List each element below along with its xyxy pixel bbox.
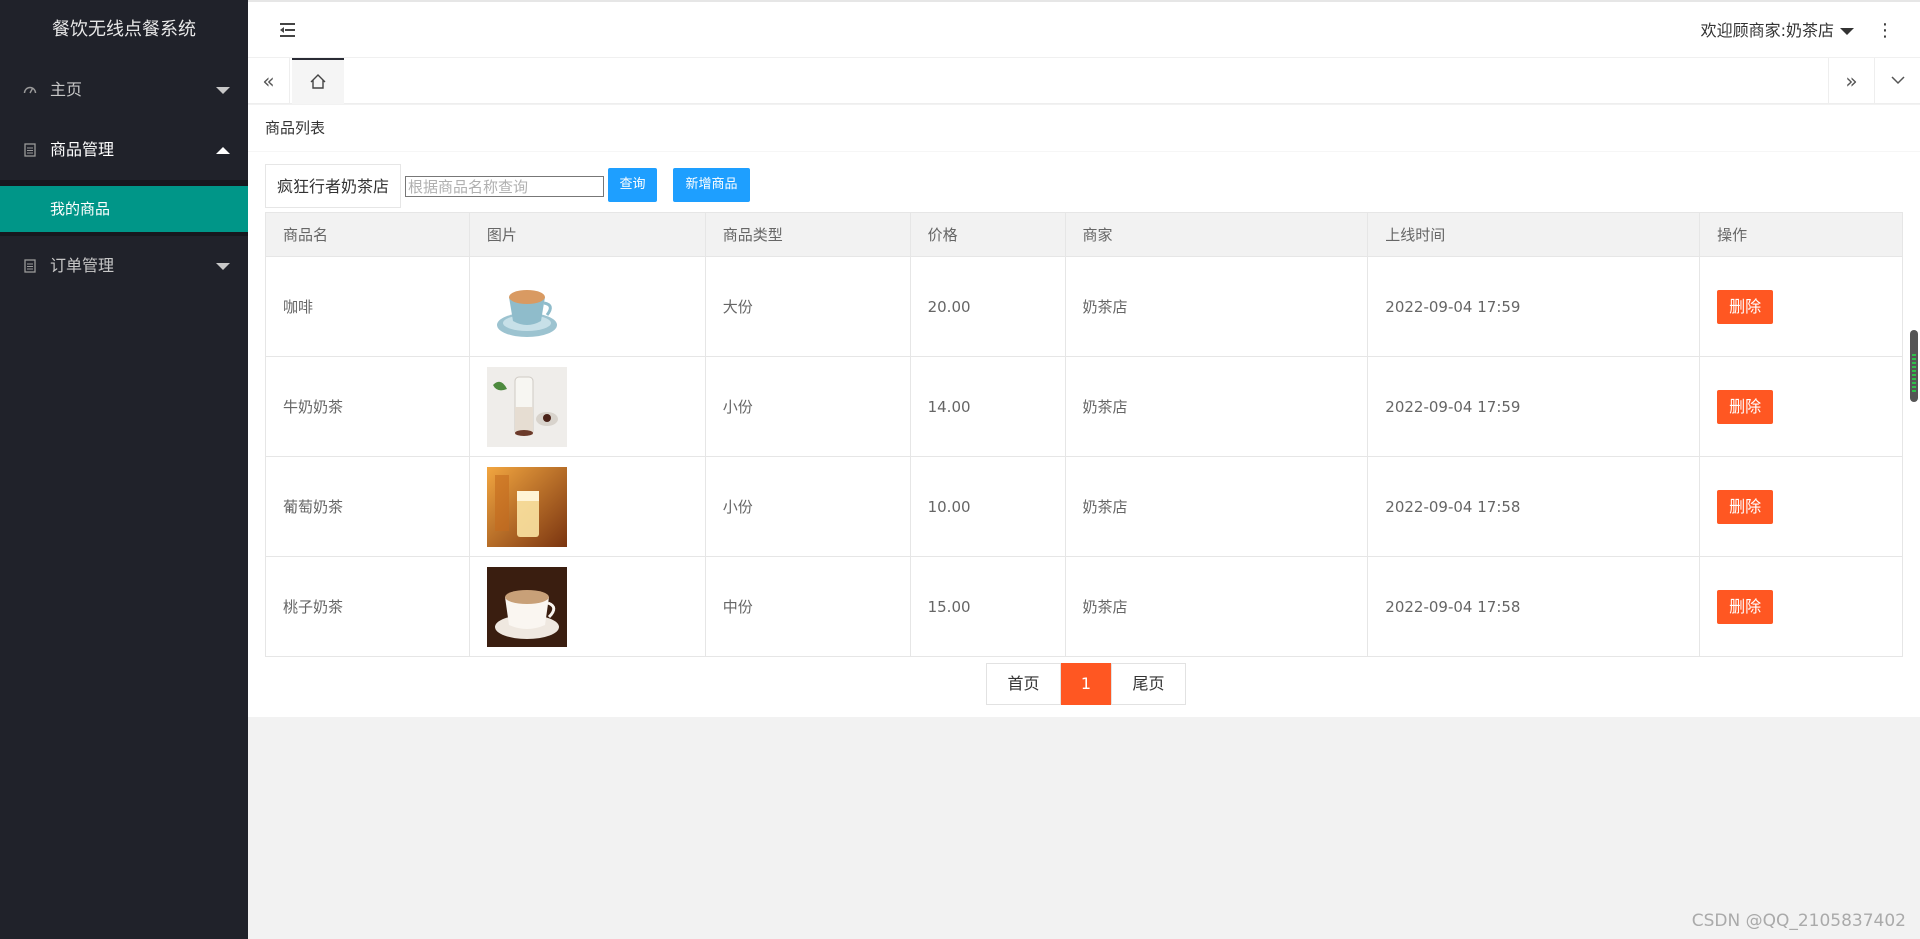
- top-header: 欢迎顾商家:奶茶店 ⋮: [248, 0, 1920, 58]
- goods-name: 牛奶奶茶: [265, 356, 470, 457]
- table-row: 葡萄奶茶 小份 10.00 奶茶店 2022-09-04 17:58 删除: [265, 456, 1903, 557]
- action-cell: 删除: [1699, 456, 1903, 557]
- goods-price: 14.00: [909, 356, 1066, 457]
- goods-name: 咖啡: [265, 256, 470, 357]
- goods-type: 中份: [704, 556, 911, 657]
- goods-type: 小份: [704, 456, 911, 557]
- delete-button[interactable]: 删除: [1717, 289, 1774, 324]
- milk-tea-bottle-image: [486, 366, 567, 447]
- sidebar-item-home[interactable]: 主页: [0, 60, 248, 120]
- goods-merchant: 奶茶店: [1064, 256, 1369, 357]
- delete-button[interactable]: 删除: [1717, 589, 1774, 624]
- sidebar-toggle-icon[interactable]: [278, 20, 298, 40]
- welcome-text: 欢迎顾商家:奶茶店: [1700, 21, 1834, 40]
- column-header: 价格: [909, 212, 1066, 257]
- tabs-scroll-left-icon[interactable]: «: [248, 58, 290, 104]
- goods-image-cell: [468, 456, 706, 557]
- caret-down-icon: [1840, 28, 1854, 35]
- tabs-scroll-right-icon[interactable]: »: [1828, 58, 1874, 104]
- dashboard-icon: [22, 60, 38, 120]
- goods-time: 2022-09-04 17:59: [1367, 356, 1701, 457]
- pagination: 首页 1 尾页: [986, 663, 1186, 705]
- delete-button[interactable]: 删除: [1717, 389, 1774, 424]
- shop-name-label: 疯狂行者奶茶店: [265, 164, 401, 208]
- goods-image-cell: [468, 556, 706, 657]
- goods-image-cell: [468, 356, 706, 457]
- column-header: 上线时间: [1367, 212, 1701, 257]
- goods-price: 15.00: [909, 556, 1066, 657]
- sidebar-item-goods-management[interactable]: 商品管理: [0, 120, 248, 180]
- document-icon: [22, 120, 38, 180]
- table-row: 桃子奶茶 中份 15.00 奶茶店 2022-09-04 17:58 删除: [265, 556, 1903, 657]
- sidebar: 餐饮无线点餐系统 主页 商品管理 我的商品 订单管理: [0, 0, 248, 939]
- action-cell: 删除: [1699, 556, 1903, 657]
- goods-type: 小份: [704, 356, 911, 457]
- goods-type: 大份: [704, 256, 911, 357]
- action-cell: 删除: [1699, 256, 1903, 357]
- chevron-down-icon: [216, 263, 230, 270]
- column-header: 商品名: [265, 212, 470, 257]
- column-header: 商家: [1064, 212, 1369, 257]
- page-title: 商品列表: [248, 105, 1920, 152]
- peach-milk-tea-cup-image: [486, 566, 567, 647]
- action-cell: 删除: [1699, 356, 1903, 457]
- add-goods-button[interactable]: 新增商品: [673, 168, 750, 202]
- grape-milk-tea-image: [486, 466, 567, 547]
- goods-price: 20.00: [909, 256, 1066, 357]
- tabs-dropdown-icon[interactable]: [1874, 58, 1920, 104]
- column-header: 商品类型: [704, 212, 911, 257]
- sidebar-item-label: 主页: [50, 80, 83, 99]
- coffee-cup-image: [486, 266, 567, 347]
- sidebar-item-order-management[interactable]: 订单管理: [0, 236, 248, 296]
- current-page-button[interactable]: 1: [1061, 663, 1111, 705]
- first-page-button[interactable]: 首页: [986, 663, 1061, 705]
- goods-merchant: 奶茶店: [1064, 556, 1369, 657]
- delete-button[interactable]: 删除: [1717, 489, 1774, 524]
- app-title: 餐饮无线点餐系统: [52, 19, 196, 40]
- user-menu[interactable]: 欢迎顾商家:奶茶店: [1701, 2, 1854, 60]
- table-row: 牛奶奶茶 小份 14.00 奶茶店 2022-09-04 17:59 删除: [265, 356, 1903, 457]
- goods-merchant: 奶茶店: [1064, 356, 1369, 457]
- document-icon: [22, 236, 38, 296]
- tab-home[interactable]: [292, 58, 344, 104]
- chevron-down-icon: [216, 87, 230, 94]
- goods-merchant: 奶茶店: [1064, 456, 1369, 557]
- table-header-row: 商品名 图片 商品类型 价格 商家 上线时间 操作: [265, 212, 1903, 257]
- sidebar-item-my-goods[interactable]: 我的商品: [0, 186, 248, 232]
- goods-submenu: 我的商品: [0, 180, 248, 236]
- chevron-up-icon: [216, 147, 230, 154]
- column-header: 图片: [468, 212, 706, 257]
- goods-name: 桃子奶茶: [265, 556, 470, 657]
- goods-time: 2022-09-04 17:58: [1367, 556, 1701, 657]
- goods-name: 葡萄奶茶: [265, 456, 470, 557]
- goods-image-cell: [468, 256, 706, 357]
- watermark: CSDN @QQ_2105837402: [1691, 911, 1906, 931]
- search-input[interactable]: [405, 176, 604, 197]
- sidebar-item-label: 订单管理: [50, 256, 115, 275]
- content-card: 商品列表 疯狂行者奶茶店 查询 新增商品 商品名 图片 商品类型 价格 商家 上…: [248, 105, 1920, 717]
- more-vertical-icon[interactable]: ⋮: [1876, 2, 1894, 60]
- last-page-button[interactable]: 尾页: [1111, 663, 1186, 705]
- goods-price: 10.00: [909, 456, 1066, 557]
- goods-time: 2022-09-04 17:58: [1367, 456, 1701, 557]
- column-header: 操作: [1699, 212, 1903, 257]
- goods-time: 2022-09-04 17:59: [1367, 256, 1701, 357]
- tabs-bar: « »: [248, 58, 1920, 104]
- scrollbar-thumb[interactable]: [1910, 330, 1918, 402]
- sidebar-item-label: 商品管理: [50, 140, 115, 159]
- query-button[interactable]: 查询: [608, 168, 657, 202]
- home-icon: [310, 74, 326, 89]
- goods-table: 商品名 图片 商品类型 价格 商家 上线时间 操作 咖啡 大份 20.00 奶茶…: [265, 212, 1903, 657]
- table-row: 咖啡 大份 20.00 奶茶店 2022-09-04 17:59 删除: [265, 256, 1903, 357]
